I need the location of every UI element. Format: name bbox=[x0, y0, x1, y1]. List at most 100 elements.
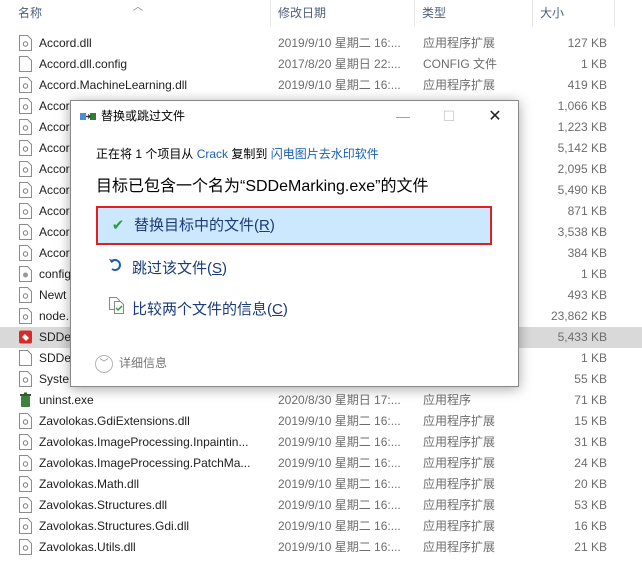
checkmark-icon: ✔ bbox=[111, 217, 125, 234]
dll-file-icon bbox=[19, 182, 32, 198]
dll-file-icon bbox=[19, 476, 32, 492]
file-name: Zavolokas.Structures.Gdi.dll bbox=[39, 519, 190, 533]
file-date: 2017/8/20 星期日 22:... bbox=[278, 57, 401, 71]
dialog-title: 替换或跳过文件 bbox=[101, 109, 186, 123]
dll-file-icon bbox=[19, 140, 32, 156]
transfer-icon bbox=[80, 113, 96, 120]
file-date: 2019/9/10 星期二 16:... bbox=[278, 435, 401, 449]
file-size: 1 KB bbox=[580, 57, 607, 71]
file-row[interactable]: Accord.dll.config 2017/8/20 星期日 22:... C… bbox=[0, 54, 642, 75]
dll-file-icon bbox=[19, 455, 32, 471]
file-size: 20 KB bbox=[574, 477, 607, 491]
dll-file-icon bbox=[19, 98, 32, 114]
skip-file-option[interactable]: 跳过该文件(S) bbox=[96, 251, 490, 287]
source-folder-link[interactable]: Crack bbox=[197, 147, 228, 161]
file-type: 应用程序扩展 bbox=[423, 519, 496, 533]
dll-file-icon bbox=[19, 224, 32, 240]
file-row[interactable]: Accord.MachineLearning.dll 2019/9/10 星期二… bbox=[0, 75, 642, 96]
dialog-titlebar[interactable]: 替换或跳过文件 — ☐ ✕ bbox=[71, 101, 518, 132]
file-type: 应用程序扩展 bbox=[423, 498, 496, 512]
dll-file-icon bbox=[19, 539, 32, 555]
file-name: Zavolokas.ImageProcessing.PatchMa... bbox=[39, 456, 251, 470]
compare-shortcut: C bbox=[272, 301, 283, 318]
file-type: 应用程序扩展 bbox=[423, 435, 496, 449]
file-type: 应用程序 bbox=[423, 393, 472, 407]
file-date: 2019/9/10 星期二 16:... bbox=[278, 78, 401, 92]
file-row[interactable]: Zavolokas.Math.dll 2019/9/10 星期二 16:... … bbox=[0, 474, 642, 495]
minimize-button[interactable]: — bbox=[380, 101, 426, 132]
file-size: 493 KB bbox=[567, 288, 607, 302]
dll-file-icon bbox=[19, 203, 32, 219]
dll-file-icon bbox=[19, 371, 32, 387]
dll-file-icon bbox=[19, 119, 32, 135]
file-size: 1 KB bbox=[580, 267, 607, 281]
file-icon bbox=[19, 56, 32, 72]
file-size: 53 KB bbox=[574, 498, 607, 512]
column-size[interactable]: 大小 bbox=[534, 0, 614, 26]
file-date: 2019/9/10 星期二 16:... bbox=[278, 456, 401, 470]
file-date: 2019/9/10 星期二 16:... bbox=[278, 414, 401, 428]
more-details-label: 详细信息 bbox=[119, 356, 168, 370]
file-size: 71 KB bbox=[574, 393, 607, 407]
file-size: 127 KB bbox=[567, 36, 607, 50]
file-size: 31 KB bbox=[574, 435, 607, 449]
dll-file-icon bbox=[19, 518, 32, 534]
file-row[interactable]: Zavolokas.ImageProcessing.Inpaintin... 2… bbox=[0, 432, 642, 453]
replace-shortcut: R bbox=[259, 217, 270, 234]
file-size: 1,066 KB bbox=[557, 99, 607, 113]
compare-files-option[interactable]: 比较两个文件的信息(C) bbox=[96, 292, 490, 328]
file-size: 384 KB bbox=[567, 246, 607, 260]
destination-folder-link[interactable]: 闪电图片去水印软件 bbox=[271, 147, 379, 161]
file-type: 应用程序扩展 bbox=[423, 414, 496, 428]
file-date: 2019/9/10 星期二 16:... bbox=[278, 498, 401, 512]
file-size: 24 KB bbox=[574, 456, 607, 470]
file-row[interactable]: Zavolokas.Structures.dll 2019/9/10 星期二 1… bbox=[0, 495, 642, 516]
file-size: 5,433 KB bbox=[557, 330, 607, 344]
replace-label: 替换目标中的文件( bbox=[134, 217, 259, 234]
more-details-toggle[interactable]: ﹀ 详细信息 bbox=[95, 351, 167, 375]
dll-file-icon bbox=[19, 77, 32, 93]
conflict-message: 目标已包含一个名为“SDDeMarking.exe”的文件 bbox=[96, 178, 429, 195]
file-date: 2019/9/10 星期二 16:... bbox=[278, 36, 401, 50]
column-date[interactable]: 修改日期 bbox=[272, 0, 414, 26]
file-row[interactable]: Zavolokas.ImageProcessing.PatchMa... 201… bbox=[0, 453, 642, 474]
file-type: 应用程序扩展 bbox=[423, 540, 496, 554]
file-name: Zavolokas.Math.dll bbox=[39, 477, 140, 491]
column-type[interactable]: 类型 bbox=[416, 0, 532, 26]
file-name: Zavolokas.Structures.dll bbox=[39, 498, 168, 512]
file-row[interactable]: Accord.dll 2019/9/10 星期二 16:... 应用程序扩展 1… bbox=[0, 33, 642, 54]
file-row[interactable]: uninst.exe 2020/8/30 星期日 17:... 应用程序 71 … bbox=[0, 390, 642, 411]
column-name[interactable]: 名称 bbox=[12, 0, 270, 26]
file-date: 2019/9/10 星期二 16:... bbox=[278, 540, 401, 554]
skip-arrow-icon bbox=[104, 251, 128, 287]
replace-file-option[interactable]: ✔ 替换目标中的文件(R) bbox=[96, 206, 492, 245]
file-icon bbox=[19, 350, 32, 366]
file-name: Accord.MachineLearning.dll bbox=[39, 78, 188, 92]
file-name: uninst.exe bbox=[39, 393, 94, 407]
dll-file-icon bbox=[19, 308, 32, 324]
file-row[interactable]: Zavolokas.GdiExtensions.dll 2019/9/10 星期… bbox=[0, 411, 642, 432]
skip-shortcut: S bbox=[212, 260, 223, 277]
file-size: 1,223 KB bbox=[557, 120, 607, 134]
file-size: 55 KB bbox=[574, 372, 607, 386]
file-date: 2019/9/10 星期二 16:... bbox=[278, 519, 401, 533]
maximize-button[interactable]: ☐ bbox=[426, 101, 472, 132]
chevron-down-icon: ﹀ bbox=[95, 354, 113, 373]
file-size: 871 KB bbox=[567, 204, 607, 218]
file-size: 15 KB bbox=[574, 414, 607, 428]
file-type: 应用程序扩展 bbox=[423, 36, 496, 50]
file-size: 3,538 KB bbox=[557, 225, 607, 239]
dll-file-icon bbox=[19, 434, 32, 450]
file-date: 2020/8/30 星期日 17:... bbox=[278, 393, 401, 407]
file-name: Zavolokas.GdiExtensions.dll bbox=[39, 414, 190, 428]
dll-file-icon bbox=[19, 413, 32, 429]
compare-label: 比较两个文件的信息( bbox=[132, 301, 272, 318]
file-row[interactable]: Zavolokas.Utils.dll 2019/9/10 星期二 16:...… bbox=[0, 537, 642, 558]
file-name: Accord.dll bbox=[39, 36, 92, 50]
file-name: Zavolokas.ImageProcessing.Inpaintin... bbox=[39, 435, 249, 449]
dll-file-icon bbox=[19, 161, 32, 177]
file-size: 21 KB bbox=[574, 540, 607, 554]
close-button[interactable]: ✕ bbox=[472, 101, 518, 132]
file-row[interactable]: Zavolokas.Structures.Gdi.dll 2019/9/10 星… bbox=[0, 516, 642, 537]
file-type: CONFIG 文件 bbox=[423, 57, 497, 71]
